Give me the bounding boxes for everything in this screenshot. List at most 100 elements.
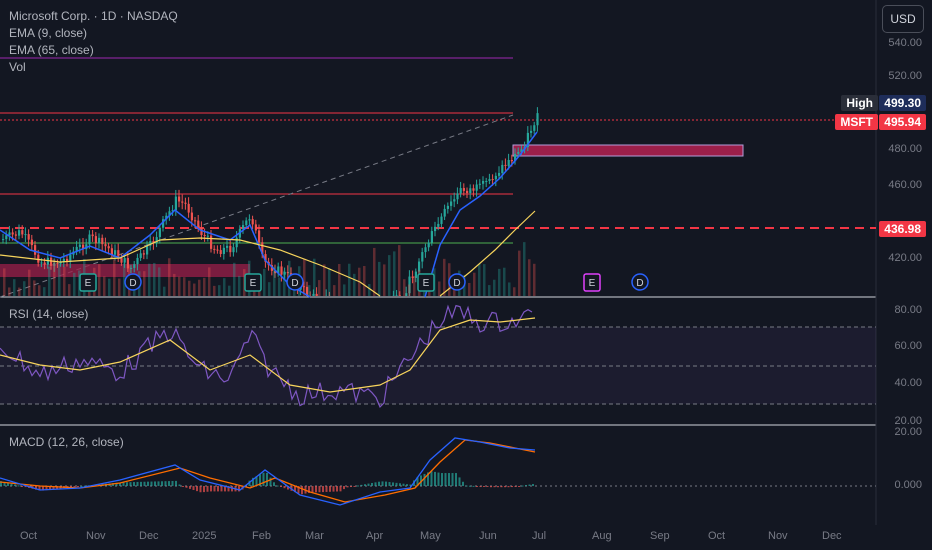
ema9-legend[interactable]: EMA (9, close)	[9, 25, 87, 42]
symbol-legend[interactable]: Microsoft Corp. · 1D · NASDAQ	[9, 8, 178, 25]
volume-bar	[533, 263, 536, 296]
candle-body	[181, 201, 184, 203]
macd-histogram-bar	[10, 483, 13, 486]
macd-histogram-bar	[161, 481, 163, 486]
macd-histogram-bar	[262, 472, 265, 486]
candle-body	[424, 247, 427, 253]
price-tick: 540.00	[888, 37, 922, 49]
time-tick: Dec	[822, 530, 842, 542]
volume-bar	[398, 245, 401, 296]
time-tick: Sep	[650, 530, 670, 542]
volume-bar	[443, 258, 446, 296]
candle-body	[248, 219, 251, 221]
volume-bar	[333, 285, 336, 296]
candle-body	[222, 247, 225, 254]
candle-body	[98, 237, 101, 244]
candle-body	[37, 254, 40, 263]
macd-histogram-bar	[168, 481, 170, 486]
macd-histogram-bar	[73, 486, 76, 487]
candle-body	[139, 253, 142, 258]
macd-histogram-bar	[518, 486, 520, 487]
volume-bar	[308, 285, 311, 296]
volume-bar	[348, 263, 351, 296]
macd-histogram-bar	[192, 486, 195, 490]
volume-bar	[513, 287, 516, 296]
macd-histogram-bar	[325, 486, 328, 492]
time-tick: Nov	[86, 530, 106, 542]
volume-bar	[143, 271, 146, 296]
macd-histogram-bar	[392, 482, 394, 486]
volume-bar	[323, 264, 326, 296]
macd-histogram-bar	[476, 486, 478, 487]
macd-histogram-bar	[178, 484, 181, 486]
time-tick: 2025	[192, 530, 217, 542]
candle-body	[187, 203, 190, 213]
earnings-marker-label: E	[250, 278, 257, 289]
time-tick: Oct	[708, 530, 726, 542]
volume-bar	[3, 268, 6, 296]
volume-bar	[508, 282, 511, 296]
macd-histogram-bar	[332, 486, 335, 492]
candle-body	[78, 244, 81, 247]
volume-legend[interactable]: Vol	[9, 59, 26, 76]
volume-bar	[223, 278, 226, 296]
volume-bar	[483, 264, 486, 296]
candle-body	[213, 248, 216, 250]
volume-bar	[168, 258, 171, 296]
volume-bar	[33, 280, 36, 296]
volume-bar	[108, 278, 111, 296]
volume-bar	[318, 280, 321, 296]
earnings-marker-label: E	[423, 278, 430, 289]
macd-legend[interactable]: MACD (12, 26, close)	[9, 434, 124, 451]
candle-body	[494, 175, 497, 180]
volume-bar	[383, 264, 386, 296]
candle-body	[123, 258, 126, 263]
chart-canvas[interactable]: EDEDEDED	[0, 0, 932, 550]
volume-bar	[368, 283, 371, 296]
macd-histogram-bar	[399, 483, 401, 486]
macd-histogram-bar	[203, 486, 205, 493]
volume-bar	[188, 280, 191, 296]
macd-histogram-bar	[336, 486, 338, 492]
macd-histogram-bar	[273, 482, 275, 486]
volume-bar	[18, 287, 21, 296]
macd-histogram-bar	[126, 482, 128, 486]
macd-histogram-bar	[514, 486, 517, 487]
candle-body	[203, 234, 206, 236]
volume-bar	[378, 261, 381, 296]
volume-bar	[343, 284, 346, 296]
macd-histogram-bar	[395, 482, 398, 486]
macd-histogram-bar	[441, 473, 443, 486]
macd-histogram-bar	[357, 485, 359, 487]
candle-body	[104, 244, 107, 247]
candle-body	[469, 188, 472, 194]
volume-bar	[53, 259, 56, 296]
candle-body	[280, 266, 283, 275]
candle-body	[450, 201, 453, 206]
volume-bar	[178, 276, 181, 296]
volume-bar	[173, 273, 176, 296]
currency-button[interactable]: USD	[882, 5, 924, 33]
dividend-marker-label: D	[636, 278, 643, 289]
candle-body	[101, 237, 104, 245]
candle-body	[453, 199, 456, 202]
candle-body	[498, 172, 501, 176]
volume-bar	[98, 264, 101, 296]
volume-bar	[438, 281, 441, 296]
volume-bar	[263, 268, 266, 296]
symbol-badge: MSFT	[835, 114, 878, 130]
volume-bar	[353, 273, 356, 296]
macd-histogram-bar	[21, 486, 23, 487]
ema65-legend[interactable]: EMA (65, close)	[9, 42, 94, 59]
macd-histogram-bar	[311, 486, 314, 493]
macd-histogram-bar	[206, 486, 209, 492]
macd-histogram-bar	[283, 486, 286, 489]
volume-bar	[413, 276, 416, 296]
candle-body	[146, 245, 149, 255]
rsi-legend[interactable]: RSI (14, close)	[9, 306, 88, 323]
macd-histogram-bar	[402, 483, 405, 486]
candle-body	[50, 257, 53, 266]
candle-body	[232, 247, 235, 253]
earnings-marker-label: E	[85, 278, 92, 289]
macd-histogram-bar	[318, 486, 321, 493]
